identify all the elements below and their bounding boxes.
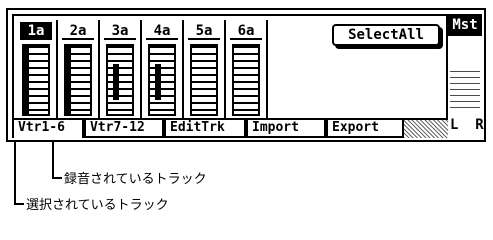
select-all-button[interactable]: SelectAll — [332, 24, 440, 46]
master-lr-label: L R — [450, 116, 484, 134]
track-divider — [266, 20, 268, 118]
track-column-5a[interactable]: 5a — [188, 22, 222, 118]
track-level-meter — [148, 44, 176, 116]
master-level-meter — [450, 66, 480, 108]
callout-line-selected — [14, 142, 16, 204]
callout-line-recording-h — [52, 177, 62, 179]
master-column: Mst L R — [448, 14, 484, 136]
track-divider — [56, 20, 58, 118]
tab-bar-fill — [404, 120, 448, 138]
tab-export[interactable]: Export — [326, 120, 404, 138]
record-indicator — [66, 46, 71, 114]
track-column-3a[interactable]: 3a — [104, 22, 138, 118]
callout-line-recording — [52, 142, 54, 178]
track-label[interactable]: 2a — [62, 22, 94, 40]
tab-bar: Vtr1-6 Vtr7-12 EditTrk Import Export — [12, 120, 448, 138]
track-column-2a[interactable]: 2a — [62, 22, 96, 118]
track-column-6a[interactable]: 6a — [230, 22, 264, 118]
master-right-label: R — [475, 117, 484, 133]
track-label[interactable]: 5a — [188, 22, 220, 40]
track-label[interactable]: 3a — [104, 22, 136, 40]
master-label: Mst — [448, 14, 482, 36]
recording-track-annotation: 録音されているトラック — [64, 172, 207, 187]
selected-track-annotation: 選択されているトラック — [26, 198, 169, 213]
track-level-meter — [106, 44, 134, 116]
level-mark — [155, 64, 161, 100]
track-level-meter — [190, 44, 218, 116]
tab-vtr1-6[interactable]: Vtr1-6 — [12, 120, 84, 138]
tab-import[interactable]: Import — [246, 120, 326, 138]
track-divider — [98, 20, 100, 118]
track-divider — [182, 20, 184, 118]
master-left-label: L — [450, 117, 459, 133]
track-level-meter — [22, 44, 50, 116]
track-column-4a[interactable]: 4a — [146, 22, 180, 118]
tab-vtr7-12[interactable]: Vtr7-12 — [84, 120, 164, 138]
tab-edittrk[interactable]: EditTrk — [164, 120, 246, 138]
record-indicator — [24, 46, 29, 114]
track-label[interactable]: 1a — [20, 22, 52, 40]
track-label[interactable]: 6a — [230, 22, 262, 40]
track-panel: 1a 2a 3a 4a 5a 6a SelectAll — [12, 14, 448, 120]
recorder-screen: 1a 2a 3a 4a 5a 6a SelectAll Mst L R Vtr1… — [6, 8, 486, 142]
track-level-meter — [232, 44, 260, 116]
track-label[interactable]: 4a — [146, 22, 178, 40]
track-divider — [140, 20, 142, 118]
track-level-meter — [64, 44, 92, 116]
callout-line-selected-h — [14, 203, 24, 205]
track-column-1a[interactable]: 1a — [20, 22, 54, 118]
level-mark — [113, 64, 119, 100]
track-divider — [224, 20, 226, 118]
